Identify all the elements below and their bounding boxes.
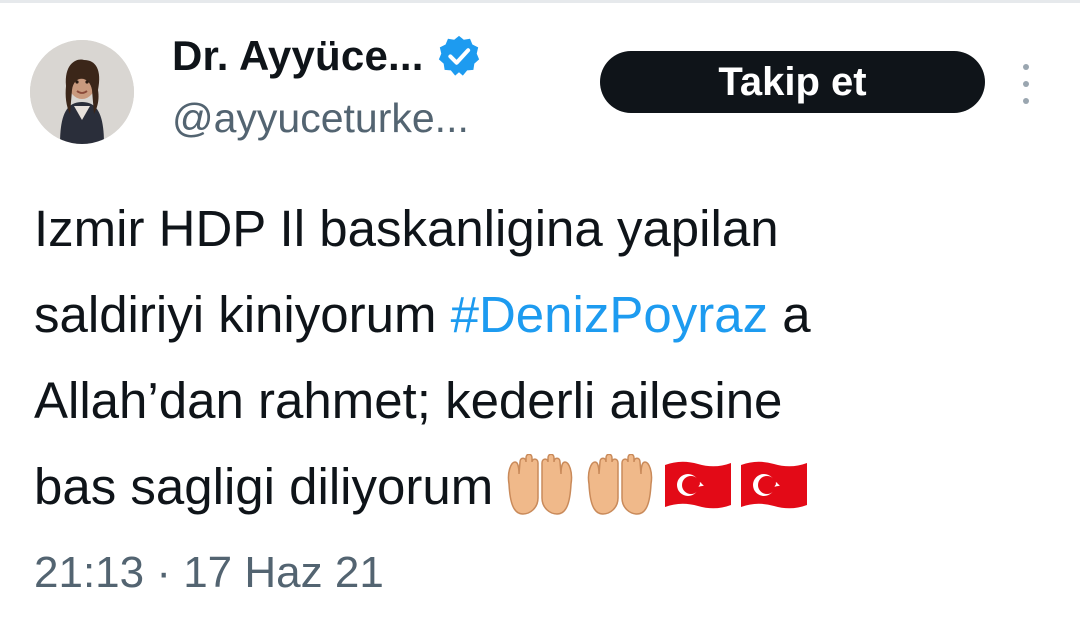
palms-up-together-icon	[587, 453, 653, 515]
tweet-text-segment: a	[768, 286, 811, 343]
author-name-row: Dr. Ayyüce...	[172, 28, 482, 84]
flag-turkey-icon	[665, 461, 732, 508]
palms-up-together-icon	[507, 453, 573, 515]
tweet-text-segment: saldiriyi kiniyorum	[34, 286, 451, 343]
tweet-timestamp[interactable]: 21:13 · 17 Haz 21	[34, 548, 384, 598]
avatar[interactable]	[30, 40, 134, 144]
author-display-name[interactable]: Dr. Ayyüce...	[172, 32, 424, 80]
vertical-dots-icon[interactable]	[1015, 64, 1037, 104]
tweet-text-line-1: Izmir HDP Il baskanligina yapilan	[34, 200, 779, 257]
flag-turkey-icon	[741, 461, 808, 508]
author-handle[interactable]: @ayyuceturke...	[172, 95, 469, 142]
tweet-text: Izmir HDP Il baskanligina yapilan saldir…	[34, 186, 1054, 530]
profile-photo-icon	[30, 40, 134, 144]
hashtag-link[interactable]: #DenizPoyraz	[451, 286, 768, 343]
tweet-text-line-4: bas sagligi diliyorum	[34, 444, 1054, 530]
emoji-group	[503, 453, 809, 516]
tweet-text-line-3: Allah’dan rahmet; kederli ailesine	[34, 372, 783, 429]
tweet-text-line-2: saldiriyi kiniyorum #DenizPoyraz a	[34, 272, 1054, 358]
top-divider	[0, 0, 1080, 3]
verified-badge-icon	[438, 35, 479, 76]
tweet-text-segment: bas sagligi diliyorum	[34, 458, 494, 515]
follow-button[interactable]: Takip et	[600, 51, 985, 113]
